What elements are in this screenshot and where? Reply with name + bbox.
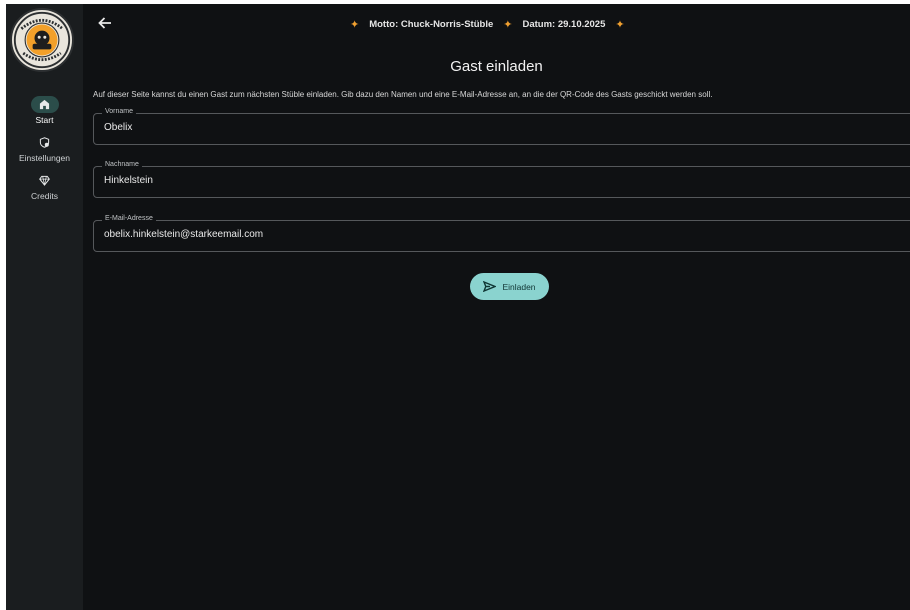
stueble-logo[interactable]: [10, 8, 74, 72]
diamond-icon: [31, 172, 59, 189]
send-icon: [483, 281, 497, 292]
email-field[interactable]: E-Mail-Adresse: [93, 215, 910, 252]
lastname-input[interactable]: [104, 175, 842, 186]
sidebar-item-label: Credits: [31, 191, 58, 201]
sidebar-item-einstellungen[interactable]: Einstellungen: [6, 134, 83, 163]
email-input[interactable]: [104, 229, 842, 240]
shield-icon: [31, 134, 59, 151]
lastname-field[interactable]: Nachname: [93, 161, 910, 198]
firstname-input[interactable]: [104, 122, 842, 133]
firstname-field[interactable]: Vorname: [93, 108, 910, 145]
app-window: Start Einstellungen Credits ✦ Motto: Chu…: [6, 4, 910, 610]
home-icon: [30, 96, 59, 113]
sidebar-item-start[interactable]: Start: [6, 96, 83, 125]
main-content: Gast einladen Auf dieser Seite kannst du…: [83, 4, 910, 610]
lastname-label: Nachname: [102, 161, 142, 168]
sidebar-nav: Start Einstellungen Credits: [6, 96, 83, 201]
page-title: Gast einladen: [450, 58, 543, 75]
logo-emblem-icon: [13, 11, 71, 69]
firstname-label: Vorname: [102, 108, 137, 115]
email-label: E-Mail-Adresse: [102, 215, 156, 222]
sidebar-item-credits[interactable]: Credits: [6, 172, 83, 201]
sidebar: Start Einstellungen Credits: [6, 4, 83, 610]
invite-button-label: Einladen: [502, 281, 536, 292]
page-description: Auf dieser Seite kannst du einen Gast zu…: [93, 90, 713, 99]
sidebar-item-label: Einstellungen: [18, 153, 71, 163]
invite-button[interactable]: Einladen: [470, 273, 549, 300]
sidebar-item-label: Start: [35, 115, 54, 125]
